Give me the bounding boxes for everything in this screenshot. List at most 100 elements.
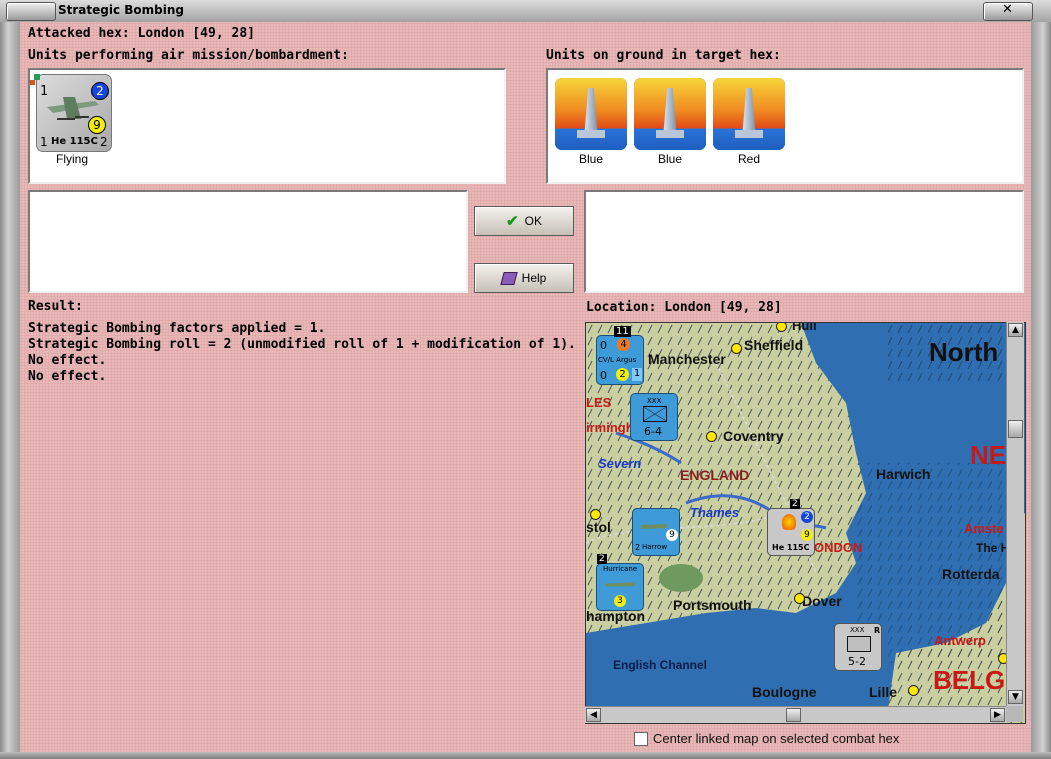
map-label-dover: Dover bbox=[802, 593, 842, 609]
center-map-checkbox[interactable] bbox=[634, 732, 648, 746]
scroll-right-button[interactable]: ▶ bbox=[990, 708, 1005, 722]
map-vertical-scrollbar[interactable]: ▲ ▼ bbox=[1006, 322, 1024, 706]
map-label-severn: Severn bbox=[598, 456, 642, 471]
map-label-thames: Thames bbox=[690, 505, 740, 520]
ground-unit-status: Red bbox=[737, 152, 760, 166]
map-label-north: North bbox=[929, 337, 999, 367]
map-unit-value: 2 bbox=[635, 543, 641, 552]
air-unit-status: Flying bbox=[55, 152, 88, 166]
map-unit-name: Harrow bbox=[642, 543, 668, 551]
map-unit-value: 0 bbox=[600, 339, 607, 352]
map-label-portsmouth: Portsmouth bbox=[673, 597, 752, 613]
window-frame-left bbox=[0, 22, 20, 759]
map-unit-side: R bbox=[874, 626, 881, 635]
result-line: Strategic Bombing factors applied = 1. bbox=[28, 321, 326, 336]
map-label-birmingham: irmingh bbox=[586, 420, 634, 435]
ground-unit-counter[interactable] bbox=[713, 78, 785, 150]
map-unit-value: 3 bbox=[614, 595, 626, 607]
map-label-ne: NE bbox=[970, 440, 1007, 470]
vertical-scroll-thumb[interactable] bbox=[1008, 420, 1023, 438]
window-frame-right bbox=[1031, 22, 1051, 759]
window-title: Strategic Bombing bbox=[58, 3, 184, 17]
center-map-checkbox-label[interactable]: Center linked map on selected combat hex bbox=[653, 731, 899, 746]
unit-bottom-right-value: 2 bbox=[100, 135, 108, 149]
map-label-antwerp: Antwerp bbox=[934, 633, 986, 648]
ground-unit-counter[interactable] bbox=[555, 78, 627, 150]
map-label-manchester: Manchester bbox=[648, 351, 726, 367]
horizontal-scroll-thumb[interactable] bbox=[786, 708, 801, 722]
air-units-label: Units performing air mission/bombardment… bbox=[28, 48, 349, 63]
ground-unit-counter[interactable] bbox=[634, 78, 706, 150]
checkmark-icon: ✔ bbox=[506, 213, 519, 230]
map-unit-value: 4 bbox=[617, 338, 630, 351]
map-unit-name: Hurricane bbox=[603, 565, 638, 573]
unit-yellow-badge: 9 bbox=[88, 116, 106, 134]
map-unit-value: 2 bbox=[616, 368, 629, 381]
help-book-icon bbox=[499, 271, 518, 285]
map-unit-size: XXX bbox=[647, 397, 662, 405]
map-unit-value: 2 bbox=[801, 511, 813, 523]
map-label-les: LES bbox=[586, 395, 612, 410]
close-button[interactable]: ✕ bbox=[983, 2, 1033, 21]
map-unit-strength: 5-2 bbox=[848, 655, 866, 668]
plane-icon bbox=[641, 524, 667, 529]
close-icon: ✕ bbox=[1002, 2, 1013, 17]
scroll-down-button[interactable]: ▼ bbox=[1008, 690, 1023, 704]
defender-details-panel bbox=[584, 190, 1024, 293]
unit-name: He 115C bbox=[51, 136, 98, 147]
map-unit-infantry[interactable]: XXX 6-4 bbox=[630, 393, 678, 441]
location-label: Location: London [49, 28] bbox=[586, 300, 782, 315]
orange-marker-icon bbox=[30, 80, 35, 85]
map-unit-fighter[interactable]: 2 Hurricane 3 bbox=[596, 554, 644, 611]
map-label-hull: Hull bbox=[792, 322, 817, 333]
map-unit-selected[interactable]: 2 2 9 He 115C bbox=[767, 499, 815, 556]
map-unit-value: 9 bbox=[801, 529, 813, 541]
system-menu-button[interactable] bbox=[6, 2, 56, 21]
window-frame-bottom bbox=[0, 752, 1051, 759]
map-unit-strength: 6-4 bbox=[644, 425, 662, 438]
result-line: No effect. bbox=[28, 353, 107, 368]
map-label-the-hague: The H bbox=[976, 541, 1010, 555]
help-label: Help bbox=[521, 271, 547, 285]
map-label-harwich: Harwich bbox=[876, 466, 931, 482]
map-label-sheffield: Sheffield bbox=[744, 337, 804, 353]
air-unit-counter[interactable]: 1 2 9 1 He 115C 2 bbox=[30, 74, 112, 152]
scroll-left-button[interactable]: ◀ bbox=[586, 708, 601, 722]
ground-unit-status: Blue bbox=[657, 152, 683, 166]
fire-icon bbox=[782, 514, 796, 530]
plane-icon bbox=[605, 582, 635, 587]
scroll-corner bbox=[1006, 706, 1023, 722]
map-unit-size: XXX bbox=[850, 626, 865, 634]
result-line: Strategic Bombing roll = 2 (unmodified r… bbox=[28, 337, 576, 352]
map-unit-name: CV/L Argus bbox=[598, 356, 637, 364]
map-label-bristol: stol bbox=[586, 519, 611, 535]
map-label-lille: Lille bbox=[869, 684, 898, 700]
map-label-amsterdam: Amste bbox=[964, 521, 1004, 536]
result-line: No effect. bbox=[28, 369, 107, 384]
map-label-england: ENGLAND bbox=[680, 467, 750, 483]
map-label-coventry: Coventry bbox=[723, 428, 784, 444]
linked-map[interactable]: North NE Manchester Sheffield Hull LES i… bbox=[585, 322, 1026, 724]
city-marker bbox=[731, 343, 742, 354]
attacked-hex-label: Attacked hex: London [49, 28] bbox=[28, 26, 255, 41]
map-unit-mech[interactable]: XXX R 5-2 bbox=[834, 623, 882, 671]
city-marker bbox=[908, 685, 919, 696]
infantry-symbol-icon bbox=[643, 406, 667, 422]
ground-unit-status: Blue bbox=[578, 152, 604, 166]
map-label-belgium: BELG bbox=[933, 665, 1006, 695]
city-marker bbox=[590, 509, 601, 520]
map-unit-bomber[interactable]: 9 2 Harrow bbox=[632, 508, 680, 556]
city-marker bbox=[706, 431, 717, 442]
map-horizontal-scrollbar[interactable]: ◀ ▶ bbox=[585, 706, 1006, 723]
map-unit-name: He 115C bbox=[772, 543, 810, 552]
map-unit-size: 2 bbox=[597, 554, 607, 564]
result-label: Result: bbox=[28, 299, 83, 314]
ok-label: OK bbox=[524, 214, 542, 228]
scroll-up-button[interactable]: ▲ bbox=[1008, 323, 1023, 337]
result-text: Strategic Bombing factors applied = 1. S… bbox=[28, 321, 576, 385]
ok-button[interactable]: ✔ OK bbox=[474, 206, 574, 236]
help-button[interactable]: Help bbox=[474, 263, 574, 293]
map-unit-value: 9 bbox=[666, 529, 678, 541]
map-unit-carrier[interactable]: 11 0 4 CV/L Argus 0 2 1 bbox=[596, 326, 644, 385]
map-label-english-channel: English Channel bbox=[613, 658, 708, 672]
